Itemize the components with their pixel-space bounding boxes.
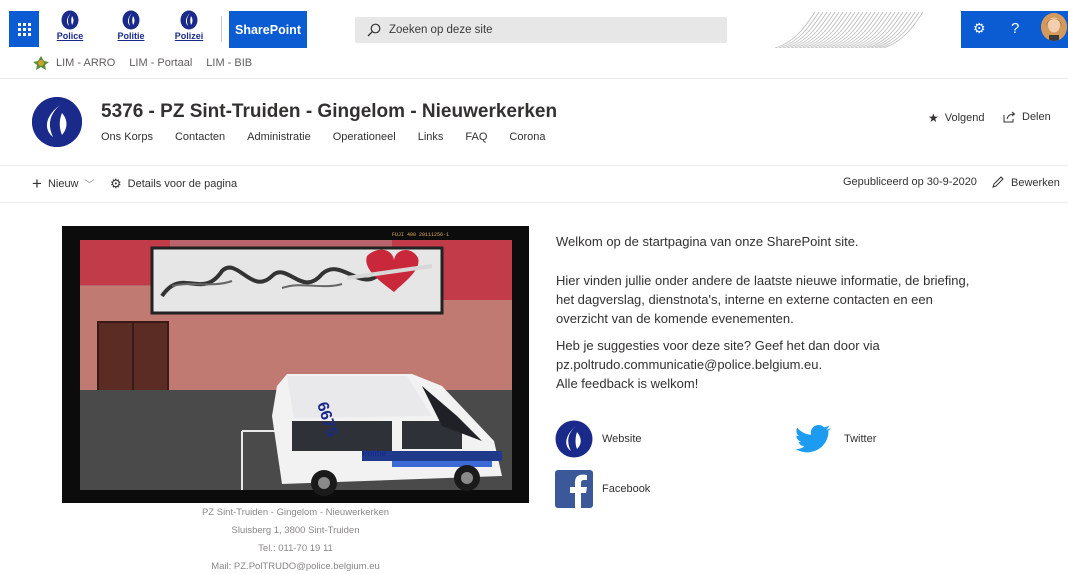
brand-label-politie: Politie bbox=[117, 31, 145, 41]
divider bbox=[0, 78, 1068, 79]
nav-item-ons-korps[interactable]: Ons Korps bbox=[101, 131, 153, 143]
new-label: Nieuw bbox=[47, 177, 79, 190]
intro-line-2: het dagverslag, dienstnota's, interne en… bbox=[556, 292, 933, 307]
site-logo[interactable] bbox=[32, 97, 82, 147]
page-details-button[interactable]: ⚙ Details voor de pagina bbox=[110, 176, 237, 192]
avatar[interactable] bbox=[1041, 13, 1067, 41]
caption-line-2: Sluisberg 1, 3800 Sint-Truiden bbox=[231, 525, 360, 536]
caption-line-1: PZ Sint-Truiden - Gingelom - Nieuwerkerk… bbox=[201, 507, 390, 518]
twitter-icon[interactable] bbox=[796, 420, 834, 458]
brand-politie[interactable]: Politie bbox=[106, 10, 156, 48]
search-box[interactable]: Zoeken op deze site bbox=[355, 17, 727, 43]
app-launcher-button[interactable] bbox=[9, 11, 39, 47]
plus-icon: + bbox=[32, 173, 42, 193]
published-label: Gepubliceerd op 30-9-2020 bbox=[843, 176, 977, 188]
sharepoint-button[interactable]: SharePoint bbox=[229, 11, 307, 48]
police-flame-icon bbox=[32, 97, 82, 147]
police-flame-icon bbox=[122, 10, 140, 30]
police-flame-icon bbox=[61, 10, 79, 30]
new-button[interactable]: + Nieuw ﹀ bbox=[32, 173, 95, 193]
star-icon: ★ bbox=[928, 111, 939, 125]
chevron-down-icon: ﹀ bbox=[84, 180, 95, 191]
search-input[interactable]: Zoeken op deze site bbox=[389, 24, 493, 36]
welcome-text: Welkom op de startpagina van onze ShareP… bbox=[556, 234, 859, 249]
gear-icon: ⚙ bbox=[110, 176, 122, 191]
facebook-link[interactable]: Facebook bbox=[602, 483, 650, 495]
twitter-link[interactable]: Twitter bbox=[844, 433, 876, 445]
caption-line-4[interactable]: Mail: PZ.PolTRUDO@police.belgium.eu bbox=[62, 561, 529, 572]
hub-logo-icon bbox=[33, 56, 49, 70]
hub-link-arro[interactable]: LIM - ARRO bbox=[56, 57, 115, 69]
page-details-label: Details voor de pagina bbox=[127, 178, 238, 190]
intro-line-3: overzicht van de komende evenementen. bbox=[556, 311, 794, 326]
published-status: Gepubliceerd op 30-9-2020 bbox=[843, 176, 977, 188]
divider bbox=[0, 202, 1068, 203]
settings-icon[interactable]: ⚙ bbox=[973, 20, 986, 37]
pencil-icon bbox=[992, 176, 1004, 188]
share-button[interactable]: Delen bbox=[1003, 111, 1051, 123]
brand-label-police: Police bbox=[56, 31, 84, 41]
follow-button[interactable]: ★ Volgend bbox=[928, 111, 985, 125]
nav-item-faq[interactable]: FAQ bbox=[465, 131, 487, 143]
divider bbox=[221, 16, 222, 42]
nav-item-administratie[interactable]: Administratie bbox=[247, 131, 311, 143]
hub-navigation: LIM - ARRO LIM - Portaal LIM - BIB bbox=[32, 54, 266, 72]
website-link[interactable]: Website bbox=[602, 433, 642, 445]
share-label: Delen bbox=[1022, 111, 1051, 123]
help-icon[interactable]: ? bbox=[1011, 20, 1019, 37]
feedback-line-3: Alle feedback is welkom! bbox=[556, 376, 699, 391]
header-pattern bbox=[775, 12, 924, 48]
nav-item-links[interactable]: Links bbox=[418, 131, 444, 143]
brand-label-polizei: Polizei bbox=[174, 31, 204, 41]
caption-line-3: Tel.: 011-70 19 11 bbox=[258, 543, 333, 554]
nav-item-corona[interactable]: Corona bbox=[509, 131, 545, 143]
intro-line-1: Hier vinden jullie onder andere de laats… bbox=[556, 273, 970, 288]
divider bbox=[0, 165, 1068, 166]
edit-label: Bewerken bbox=[1011, 176, 1060, 189]
avatar-image bbox=[1041, 13, 1067, 41]
police-van-photo: 6675 Politie FUJI 400 20111256-1 bbox=[62, 226, 529, 503]
brand-polizei[interactable]: Polizei bbox=[164, 10, 214, 48]
edit-button[interactable]: Bewerken bbox=[991, 176, 1060, 189]
site-title: 5376 - PZ Sint-Truiden - Gingelom - Nieu… bbox=[101, 101, 558, 122]
suite-bar: Police Politie Polizei SharePoint Zoeken… bbox=[0, 0, 1068, 50]
hub-link-bib[interactable]: LIM - BIB bbox=[206, 57, 252, 69]
brand-police[interactable]: Police bbox=[45, 10, 95, 48]
waffle-icon bbox=[17, 22, 31, 36]
site-navigation: Ons Korps Contacten Administratie Operat… bbox=[101, 131, 567, 143]
hero-photo: 6675 Politie FUJI 400 20111256-1 bbox=[62, 226, 529, 503]
film-code: FUJI 400 20111256-1 bbox=[392, 232, 449, 238]
van-text: Politie bbox=[362, 449, 387, 458]
share-icon bbox=[1003, 111, 1016, 123]
nav-item-operationeel[interactable]: Operationeel bbox=[333, 131, 396, 143]
follow-label: Volgend bbox=[944, 112, 985, 124]
feedback-line-1: Heb je suggesties voor deze site? Geef h… bbox=[556, 338, 880, 353]
hub-link-portaal[interactable]: LIM - Portaal bbox=[129, 57, 192, 69]
nav-item-contacten[interactable]: Contacten bbox=[175, 131, 225, 143]
feedback-email[interactable]: pz.poltrudo.communicatie@police.belgium.… bbox=[556, 355, 822, 374]
police-flame-icon bbox=[180, 10, 198, 30]
facebook-icon[interactable] bbox=[555, 470, 593, 508]
search-icon bbox=[367, 23, 381, 37]
website-icon[interactable] bbox=[555, 420, 593, 458]
